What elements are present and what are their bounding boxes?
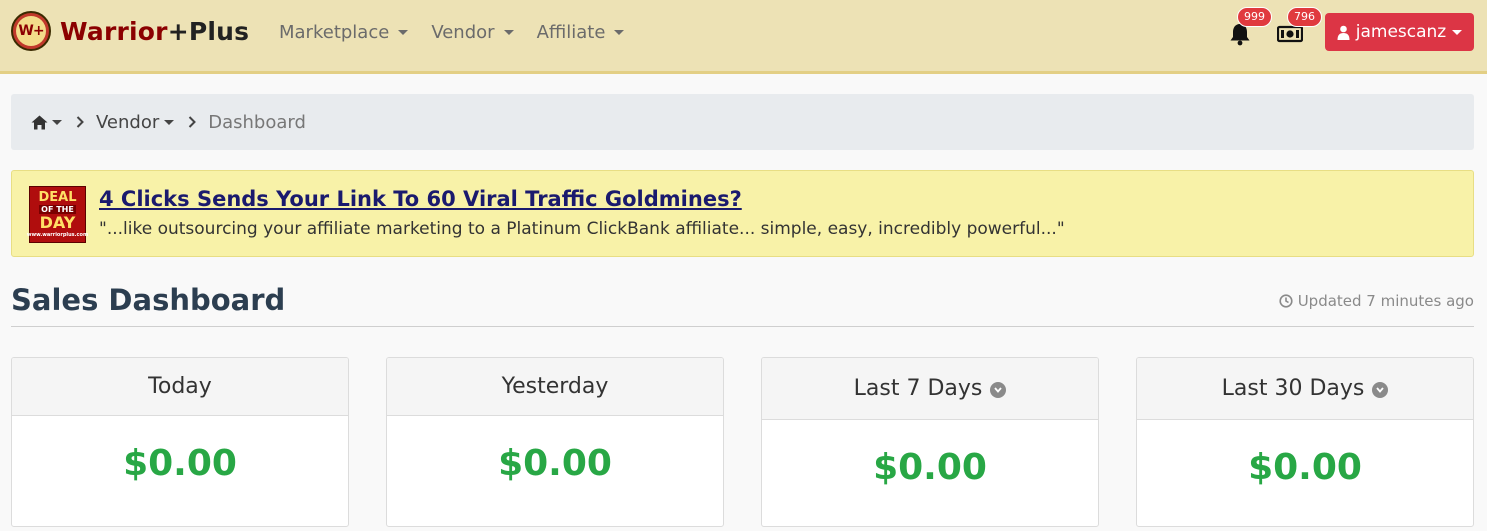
caret-down-icon [398, 30, 409, 35]
breadcrumb-chevron-icon [76, 116, 84, 128]
card-value: $0.00 [123, 442, 237, 484]
main-nav: Marketplace Vendor Affiliate [279, 22, 647, 43]
chevron-down-circle-icon[interactable] [990, 381, 1007, 398]
card-value: $0.00 [1248, 446, 1362, 488]
brand-name: Warrior+Plus [60, 16, 250, 46]
top-navbar: W+ Warrior+Plus Marketplace Vendor Affil… [0, 0, 1487, 74]
updated-timestamp: Updated 7 minutes ago [1279, 292, 1474, 310]
breadcrumb-vendor-dropdown[interactable]: Vendor [96, 112, 175, 133]
page-title: Sales Dashboard [11, 283, 286, 317]
earnings-button[interactable]: 796 [1277, 7, 1322, 47]
divider [11, 326, 1474, 327]
deal-quote: "...like outsourcing your affiliate mark… [99, 219, 1065, 239]
caret-down-icon [614, 30, 625, 35]
clock-icon [1279, 294, 1293, 308]
deal-title-link[interactable]: 4 Clicks Sends Your Link To 60 Viral Tra… [99, 187, 742, 211]
logo-badge-icon: W+ [11, 11, 51, 51]
money-icon [1277, 25, 1303, 43]
stat-card-last-30-days: Last 30 Days $0.00 [1136, 357, 1474, 527]
user-icon [1337, 25, 1350, 40]
card-header: Last 30 Days [1137, 358, 1473, 420]
caret-down-icon [164, 119, 175, 125]
nav-marketplace-dropdown[interactable]: Marketplace [279, 22, 409, 43]
earnings-badge: 796 [1287, 7, 1322, 27]
home-icon [31, 115, 48, 129]
card-header: Last 7 Days [762, 358, 1098, 420]
stat-card-today: Today $0.00 [11, 357, 349, 527]
caret-down-icon [52, 119, 62, 125]
stat-card-yesterday: Yesterday $0.00 [386, 357, 724, 527]
deal-of-the-day-banner: DEAL OF THE DAY www.warriorplus.com 4 Cl… [11, 170, 1474, 257]
breadcrumb: Vendor Dashboard [11, 94, 1474, 150]
breadcrumb-chevron-icon [188, 116, 197, 128]
notifications-button[interactable]: 999 [1227, 7, 1272, 47]
breadcrumb-current: Dashboard [208, 111, 306, 133]
deal-of-the-day-logo: DEAL OF THE DAY www.warriorplus.com [27, 186, 88, 243]
card-value: $0.00 [498, 442, 612, 484]
nav-affiliate-dropdown[interactable]: Affiliate [537, 22, 625, 43]
breadcrumb-home-dropdown[interactable] [31, 115, 62, 130]
card-value: $0.00 [873, 446, 987, 488]
chevron-down-circle-icon[interactable] [1372, 381, 1389, 398]
card-header: Yesterday [387, 358, 723, 416]
caret-down-icon [503, 30, 514, 35]
user-menu-button[interactable]: jamescanz [1325, 13, 1474, 51]
notifications-badge: 999 [1237, 7, 1272, 27]
stat-card-last-7-days: Last 7 Days $0.00 [761, 357, 1099, 527]
caret-down-icon [1452, 29, 1463, 35]
nav-vendor-dropdown[interactable]: Vendor [431, 22, 514, 43]
card-header: Today [12, 358, 348, 416]
brand-logo[interactable]: W+ Warrior+Plus [11, 11, 249, 51]
